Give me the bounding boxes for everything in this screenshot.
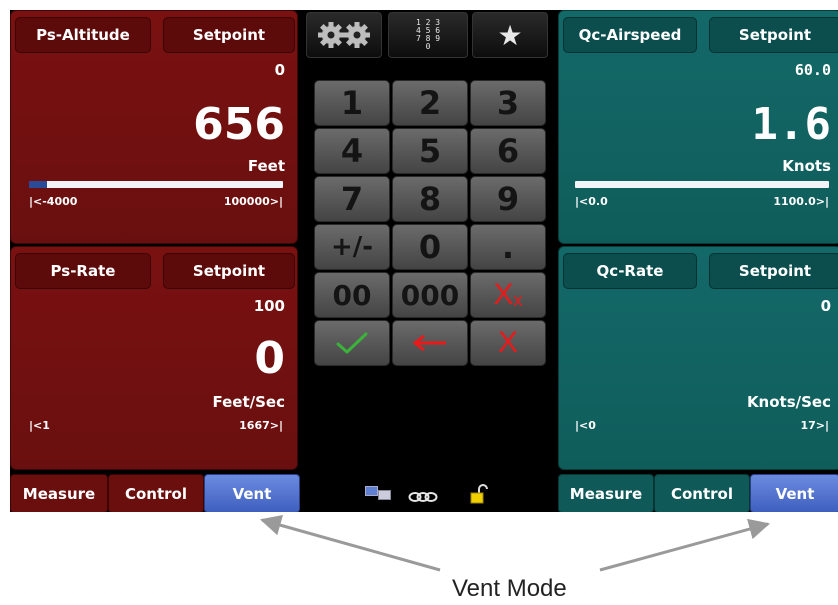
key-3[interactable]: 3 bbox=[470, 80, 546, 126]
cancel-button[interactable]: X bbox=[470, 320, 546, 366]
range-min: |<0 bbox=[575, 419, 596, 432]
range-max: 17>| bbox=[800, 419, 829, 432]
setpoint-value: 0 bbox=[820, 297, 831, 315]
network-icon bbox=[365, 486, 391, 500]
range-bar bbox=[575, 181, 829, 188]
control-tab[interactable]: Control bbox=[108, 474, 204, 512]
key-000[interactable]: 000 bbox=[392, 272, 468, 318]
accept-button[interactable] bbox=[314, 320, 390, 366]
setpoint-value: 100 bbox=[253, 297, 285, 315]
key-8[interactable]: 8 bbox=[392, 176, 468, 222]
airspeed-reading: 1.6 bbox=[751, 99, 831, 150]
key-0[interactable]: 0 bbox=[392, 224, 468, 270]
ps-rate-button[interactable]: Ps-Rate bbox=[15, 253, 151, 289]
rate-reading: 0 bbox=[254, 333, 285, 384]
key-2[interactable]: 2 bbox=[392, 80, 468, 126]
range-min: |<0.0 bbox=[575, 195, 608, 208]
unit-label: Knots bbox=[782, 157, 831, 175]
qc-rate-button[interactable]: Qc-Rate bbox=[563, 253, 697, 289]
clear-label: X bbox=[493, 278, 514, 311]
range-bar bbox=[29, 181, 283, 188]
ps-rate-panel: Ps-Rate Setpoint 100 0 Feet/Sec |<1 1667… bbox=[10, 246, 298, 470]
ps-altitude-button[interactable]: Ps-Altitude bbox=[15, 17, 151, 53]
ps-altitude-panel: Ps-Altitude Setpoint 0 656 Feet |<-4000 … bbox=[10, 10, 298, 244]
range-bar-fill bbox=[29, 181, 47, 188]
star-icon: ★ bbox=[497, 18, 523, 52]
keypad-icon-row: 0 bbox=[425, 42, 431, 51]
chain-icon bbox=[408, 488, 438, 507]
settings-button[interactable] bbox=[306, 12, 382, 58]
callout-caption: Vent Mode bbox=[452, 575, 567, 602]
callout-arrow-right bbox=[599, 518, 771, 572]
setpoint-button[interactable]: Setpoint bbox=[709, 17, 838, 53]
setpoint-button[interactable]: Setpoint bbox=[163, 253, 295, 289]
instrument-screen: Ps-Altitude Setpoint 0 656 Feet |<-4000 … bbox=[10, 10, 838, 512]
range-max: 1667>| bbox=[239, 419, 283, 432]
range-min: |<1 bbox=[29, 419, 50, 432]
key-5[interactable]: 5 bbox=[392, 128, 468, 174]
callout-arrow-left bbox=[259, 515, 441, 572]
qc-airspeed-panel: Qc-Airspeed Setpoint 60.0 1.6 Knots |<0.… bbox=[558, 10, 838, 244]
key-9[interactable]: 9 bbox=[470, 176, 546, 222]
pressure-reading: 656 bbox=[193, 99, 285, 150]
range-max: 1100.0>| bbox=[773, 195, 829, 208]
backspace-button[interactable] bbox=[392, 320, 468, 366]
control-tab[interactable]: Control bbox=[654, 474, 750, 512]
gear-icon bbox=[318, 22, 370, 48]
monitor-shape bbox=[378, 490, 391, 500]
unit-label: Feet bbox=[247, 157, 285, 175]
measure-tab[interactable]: Measure bbox=[558, 474, 654, 512]
setpoint-button[interactable]: Setpoint bbox=[709, 253, 838, 289]
key-6[interactable]: 6 bbox=[470, 128, 546, 174]
unit-label: Feet/Sec bbox=[212, 393, 285, 411]
key-1[interactable]: 1 bbox=[314, 80, 390, 126]
arrow-left-icon bbox=[412, 334, 446, 352]
clear-sub-label: x bbox=[513, 289, 523, 310]
range-max: 100000>| bbox=[223, 195, 283, 208]
setpoint-button[interactable]: Setpoint bbox=[163, 17, 295, 53]
monitor-shape bbox=[365, 486, 378, 496]
favorites-button[interactable]: ★ bbox=[472, 12, 548, 58]
qc-airspeed-button[interactable]: Qc-Airspeed bbox=[563, 17, 697, 53]
setpoint-value: 60.0 bbox=[794, 61, 831, 79]
key-00[interactable]: 00 bbox=[314, 272, 390, 318]
qc-rate-panel: Qc-Rate Setpoint 0 Knots/Sec |<0 17>| bbox=[558, 246, 838, 470]
key-7[interactable]: 7 bbox=[314, 176, 390, 222]
key-plus-minus[interactable]: +/- bbox=[314, 224, 390, 270]
keypad-icon: 1 2 3 4 5 6 7 8 9 0 bbox=[416, 19, 440, 51]
clear-button[interactable]: Xx bbox=[470, 272, 546, 318]
unit-label: Knots/Sec bbox=[746, 393, 831, 411]
checkmark-icon bbox=[336, 332, 368, 354]
key-4[interactable]: 4 bbox=[314, 128, 390, 174]
measure-tab[interactable]: Measure bbox=[10, 474, 108, 512]
vent-tab[interactable]: Vent bbox=[750, 474, 838, 512]
setpoint-value: 0 bbox=[274, 61, 285, 79]
vent-tab[interactable]: Vent bbox=[204, 474, 300, 512]
range-min: |<-4000 bbox=[29, 195, 78, 208]
keypad-toggle-button[interactable]: 1 2 3 4 5 6 7 8 9 0 bbox=[388, 12, 468, 58]
unlock-icon bbox=[468, 484, 490, 508]
key-decimal[interactable]: . bbox=[470, 224, 546, 270]
